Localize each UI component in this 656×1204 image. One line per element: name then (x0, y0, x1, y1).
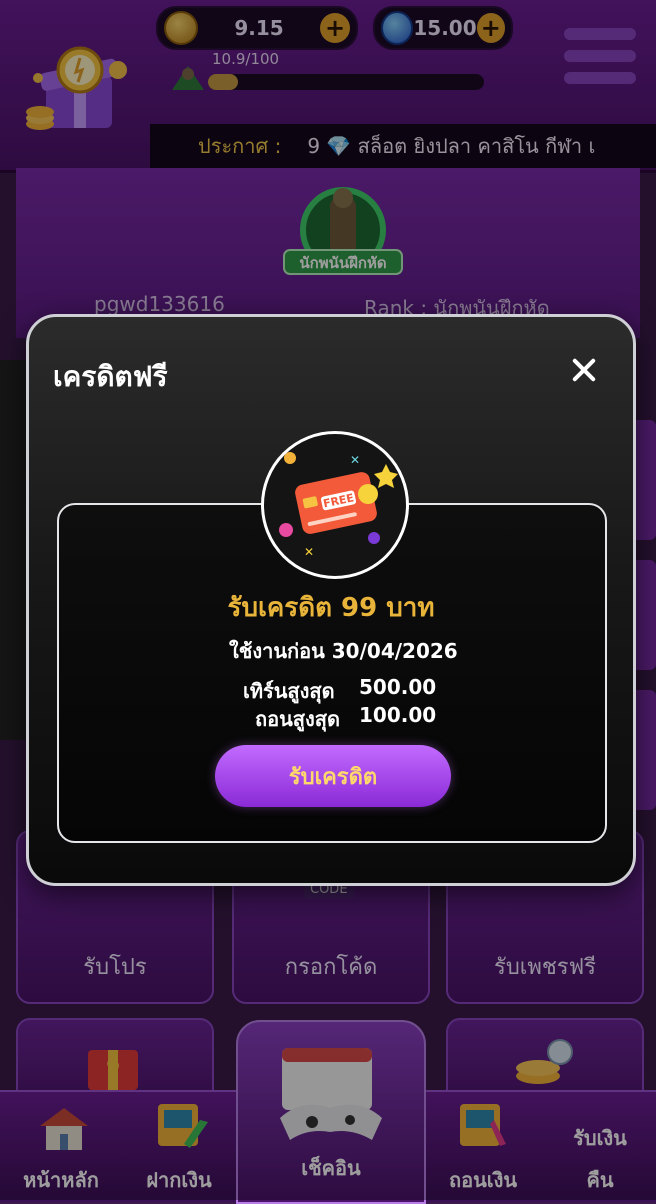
svg-text:✕: ✕ (304, 545, 314, 559)
max-turnover-value: 500.00 (359, 675, 437, 699)
max-withdraw-label: ถอนสูงสุด (255, 707, 340, 731)
use-before-date: ใช้งานก่อน 30/04/2026 (229, 639, 458, 663)
free-credit-modal: เครดิตฟรี FREE ✕ ✕ รับเครดิต 99 บาท ใช้ง… (26, 314, 636, 886)
claim-credit-button[interactable]: รับเครดิต (215, 745, 451, 807)
close-icon[interactable] (565, 351, 603, 389)
credit-card-free-icon: FREE ✕ ✕ (261, 431, 409, 579)
svg-text:✕: ✕ (350, 453, 360, 467)
reward-title: รับเครดิต 99 บาท (227, 593, 435, 623)
modal-title: เครดิตฟรี (53, 360, 168, 393)
max-withdraw-value: 100.00 (359, 703, 437, 727)
